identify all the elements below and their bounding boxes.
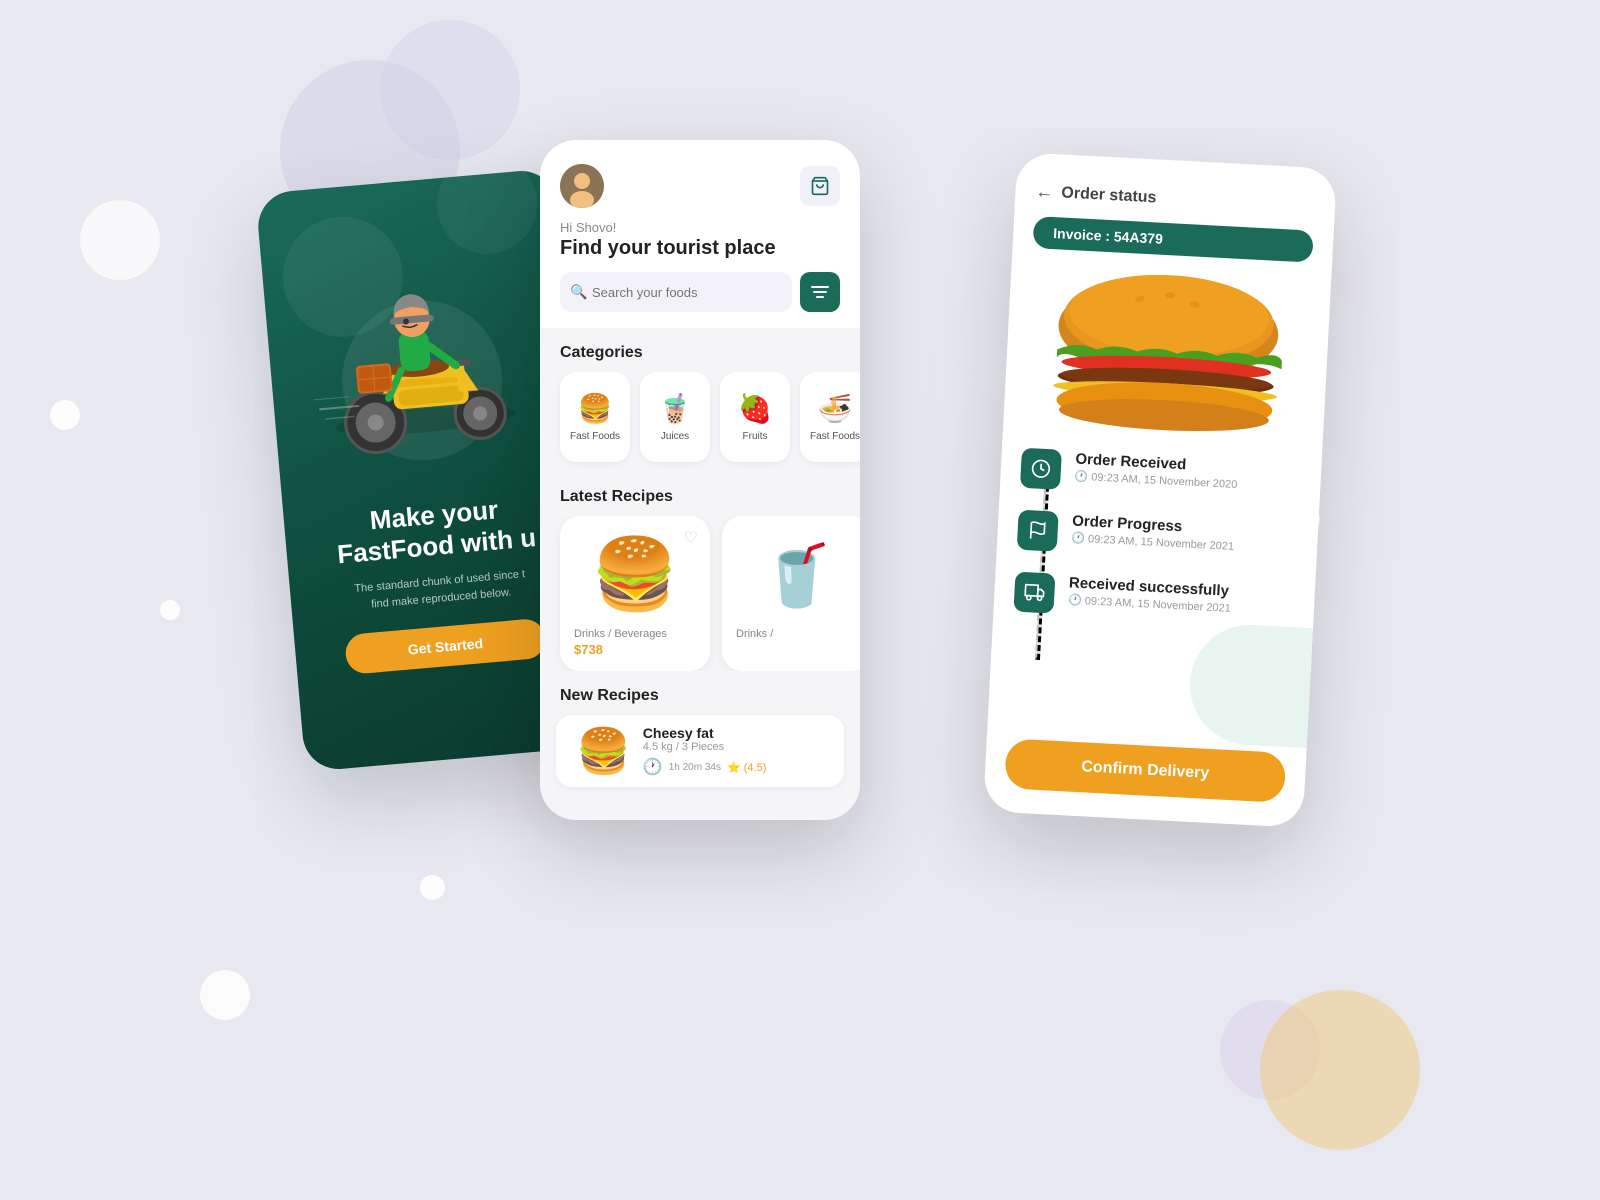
main-title: Find your tourist place xyxy=(560,237,840,260)
phone-middle: Hi Shovo! Find your tourist place 🔍 Cate… xyxy=(540,140,860,820)
fast-food-label: Fast Foods xyxy=(570,431,620,442)
user-avatar xyxy=(560,164,604,208)
order-progress-text: Order Progress 🕐 09:23 AM, 15 November 2… xyxy=(1071,512,1235,552)
new-recipe-time: 1h 20m 34s xyxy=(669,762,721,773)
new-recipe-item-1[interactable]: 🍔 Cheesy fat 4.5 kg / 3 Pieces 🕐 1h 20m … xyxy=(556,715,844,787)
bg-decoration-4 xyxy=(50,400,80,430)
recipe-label-1: Drinks / Beverages xyxy=(574,628,696,640)
received-successfully-icon xyxy=(1013,572,1055,614)
search-icon: 🔍 xyxy=(570,284,587,301)
new-recipes-title: New Recipes xyxy=(540,671,860,715)
clock-icon-3: 🕐 xyxy=(1068,594,1082,607)
middle-scroll-area: Categories 🍔 Fast Foods 🧋 Juices 🍓 Fruit… xyxy=(540,328,860,820)
greeting-text: Hi Shovo! xyxy=(560,220,840,235)
recipes-row: ♡ 🍔 Drinks / Beverages $738 🥤 Drinks / xyxy=(540,516,860,671)
received-successfully-text: Received successfully 🕐 09:23 AM, 15 Nov… xyxy=(1068,574,1232,614)
timeline-item-3: Received successfully 🕐 09:23 AM, 15 Nov… xyxy=(1013,572,1295,627)
left-phone-content: Make your FastFood with u The standard c… xyxy=(323,490,557,676)
clock-icon-small: 🕐 xyxy=(643,757,663,777)
timeline-item-2: Order Progress 🕐 09:23 AM, 15 November 2… xyxy=(1017,510,1299,565)
new-recipe-rating: ⭐ (4.5) xyxy=(727,761,766,774)
burger-image-area xyxy=(1003,257,1332,454)
category-fast-foods[interactable]: 🍔 Fast Foods xyxy=(560,372,630,462)
recipe-image-2: 🥤 xyxy=(736,530,858,620)
bg-decoration-3 xyxy=(80,200,160,280)
new-recipe-size: 4.5 kg / 3 Pieces xyxy=(643,741,824,753)
recipe-price-1: $738 xyxy=(574,642,696,657)
fast-food-2-label: Fast Foods xyxy=(810,431,860,442)
middle-top-row xyxy=(560,164,840,208)
order-received-text: Order Received 🕐 09:23 AM, 15 November 2… xyxy=(1074,451,1238,491)
search-row: 🔍 xyxy=(540,272,860,328)
search-wrapper: 🔍 xyxy=(560,272,792,312)
fruit-label: Fruits xyxy=(743,431,768,442)
bg-decoration-5 xyxy=(160,600,180,620)
favorite-icon[interactable]: ♡ xyxy=(684,528,698,548)
middle-header: Hi Shovo! Find your tourist place xyxy=(540,140,860,272)
search-input[interactable] xyxy=(560,272,792,312)
filter-button[interactable] xyxy=(800,272,840,312)
phone-right: ← Order status Invoice : 54A379 xyxy=(983,152,1337,828)
fast-food-2-icon: 🍜 xyxy=(818,392,853,425)
clock-icon-2: 🕐 xyxy=(1071,532,1085,545)
new-recipe-image: 🍔 xyxy=(576,725,631,777)
order-received-icon xyxy=(1020,448,1062,490)
categories-title: Categories xyxy=(540,328,860,372)
new-recipe-meta: 🕐 1h 20m 34s ⭐ (4.5) xyxy=(643,757,824,777)
category-juices[interactable]: 🧋 Juices xyxy=(640,372,710,462)
recipe-label-2: Drinks / xyxy=(736,628,858,640)
fruit-icon: 🍓 xyxy=(738,392,773,425)
new-recipe-info: Cheesy fat 4.5 kg / 3 Pieces 🕐 1h 20m 34… xyxy=(643,725,824,777)
timeline-item-1: Order Received 🕐 09:23 AM, 15 November 2… xyxy=(1020,448,1302,503)
order-status-title: Order status xyxy=(1061,184,1157,207)
category-fast-foods-2[interactable]: 🍜 Fast Foods xyxy=(800,372,860,462)
fast-food-icon: 🍔 xyxy=(578,392,613,425)
recipe-image-1: 🍔 xyxy=(574,530,696,620)
order-progress-icon xyxy=(1017,510,1059,552)
scooter-illustration xyxy=(279,210,562,512)
order-timeline: Order Received 🕐 09:23 AM, 15 November 2… xyxy=(987,437,1322,754)
recipe-card-2[interactable]: 🥤 Drinks / xyxy=(722,516,860,671)
recipe-card-1[interactable]: ♡ 🍔 Drinks / Beverages $738 xyxy=(560,516,710,671)
clock-icon-1: 🕐 xyxy=(1074,471,1088,484)
categories-row: 🍔 Fast Foods 🧋 Juices 🍓 Fruits 🍜 Fast Fo… xyxy=(540,372,860,472)
category-fruits[interactable]: 🍓 Fruits xyxy=(720,372,790,462)
latest-recipes-title: Latest Recipes xyxy=(540,472,860,516)
cart-button[interactable] xyxy=(800,166,840,206)
get-started-button[interactable]: Get Started xyxy=(344,618,547,675)
phones-container: Make your FastFood with u The standard c… xyxy=(200,100,1400,1100)
new-recipe-name: Cheesy fat xyxy=(643,725,824,741)
juice-icon: 🧋 xyxy=(658,392,693,425)
back-button[interactable]: ← xyxy=(1035,181,1054,203)
juice-label: Juices xyxy=(661,431,689,442)
left-subtext: The standard chunk of used since t find … xyxy=(339,565,541,615)
